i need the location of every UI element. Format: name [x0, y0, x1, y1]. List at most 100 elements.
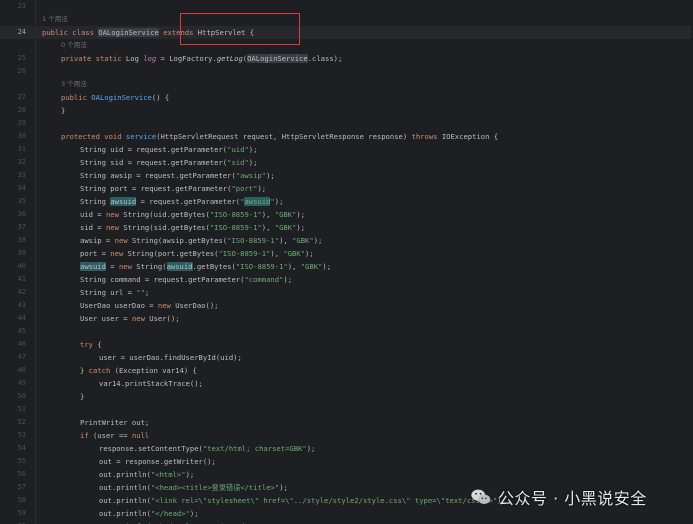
code-token: new [105, 223, 124, 232]
code-token: private static [61, 54, 126, 63]
code-line[interactable]: 33 String awsip = request.getParameter("a… [0, 169, 693, 182]
code-line[interactable]: 41 String command = request.getParameter(… [0, 273, 693, 286]
code-text: String port = request.getParameter("port… [80, 182, 266, 195]
code-token: "GBK" [283, 249, 306, 258]
code-line[interactable]: 52 PrintWriter out; [0, 416, 693, 429]
line-number: 49 [17, 379, 26, 387]
code-line[interactable]: 55 out = response.getWriter(); [0, 455, 693, 468]
usage-hint-row[interactable]: 3 个用法 [0, 78, 693, 91]
code-token: ); [257, 184, 267, 193]
code-token: "GBK" [300, 262, 323, 271]
code-text: String awsip = request.getParameter("aws… [80, 169, 275, 182]
code-token: "GBK" [292, 236, 314, 245]
code-editor[interactable]: 23 1 个用法 24 public class OALoginService ext… [0, 0, 693, 524]
code-token: out.println( [99, 470, 151, 479]
code-lines: 23 1 个用法 24 public class OALoginService ext… [0, 0, 693, 524]
code-token: ); [248, 145, 258, 154]
code-text: uid = new String(uid.getBytes("ISO-8859-… [80, 208, 305, 221]
code-line[interactable]: 35 String awsuid = request.getParameter("… [0, 195, 693, 208]
code-token: public [61, 93, 92, 102]
line-number: 48 [17, 366, 26, 374]
code-token: ), [261, 223, 275, 232]
code-text: port = new String(port.getBytes("ISO-885… [80, 247, 314, 260]
code-line[interactable]: 47 user = userDao.findUserById(uid); [0, 351, 693, 364]
code-token: class [67, 28, 99, 37]
code-line[interactable]: 32 String sid = request.getParameter("sid… [0, 156, 693, 169]
code-token: String uid = request.getParameter( [80, 145, 228, 154]
code-line[interactable]: 44 User user = new User(); [0, 312, 693, 325]
code-token: response.setContentType( [99, 444, 203, 453]
code-token: awsuid [110, 197, 137, 206]
code-token: port = [80, 249, 111, 258]
usage-hint[interactable]: 0 个用法 [61, 39, 87, 52]
code-token: "port" [231, 184, 258, 193]
code-line[interactable]: 27 public OALoginService() { [0, 91, 693, 104]
code-token: ); [189, 509, 199, 518]
code-token: ); [322, 262, 332, 271]
code-token: String [80, 197, 111, 206]
code-line[interactable]: 46 try { [0, 338, 693, 351]
code-text: } catch (Exception var14) { [80, 364, 197, 377]
code-token: "ISO-8859-1" [235, 262, 288, 271]
code-token: = [105, 262, 119, 271]
code-line[interactable]: 31 String uid = request.getParameter("uid… [0, 143, 693, 156]
usage-hint-row[interactable]: 0 个用法 [0, 39, 693, 52]
code-token: if [80, 431, 93, 440]
code-text: try { [80, 338, 102, 351]
code-token: String(uid.getBytes( [123, 210, 210, 219]
code-token: var14.printStackTrace(); [99, 379, 203, 388]
code-text: User user = new User(); [80, 312, 180, 325]
code-text: protected void service(HttpServletReques… [61, 130, 498, 143]
usage-hint[interactable]: 3 个用法 [61, 78, 87, 91]
code-line[interactable]: 26 [0, 65, 693, 78]
code-token: ); [296, 210, 306, 219]
code-line[interactable]: 29 [0, 117, 693, 130]
code-line[interactable]: 30 protected void service(HttpServletRequ… [0, 130, 693, 143]
line-number: 30 [17, 132, 26, 140]
code-token: "ISO-8859-1" [209, 223, 262, 232]
code-line[interactable]: 50} [0, 390, 693, 403]
code-line[interactable]: 24 public class OALoginService extends Ht… [0, 26, 693, 39]
code-line[interactable]: 60 out.println("<body class='main'>"); [0, 520, 693, 524]
line-number: 55 [17, 457, 26, 465]
code-token: new [110, 249, 128, 258]
code-line[interactable]: 48 } catch (Exception var14) { [0, 364, 693, 377]
line-number: 23 [17, 2, 26, 10]
line-number: 39 [17, 249, 26, 257]
code-text: String url = ""; [80, 286, 149, 299]
code-line[interactable]: 38 awsip = new String(awsip.getBytes("ISO… [0, 234, 693, 247]
line-number: 45 [17, 327, 26, 335]
code-text: UserDao userDao = new UserDao(); [80, 299, 218, 312]
code-line[interactable]: 54 response.setContentType("text/html; ch… [0, 442, 693, 455]
code-line[interactable]: 43 UserDao userDao = new UserDao(); [0, 299, 693, 312]
code-text: } [61, 104, 65, 117]
code-line[interactable]: 51 [0, 403, 693, 416]
code-text: out.println("</head>"); [99, 507, 199, 520]
code-line[interactable]: 49 var14.printStackTrace(); [0, 377, 693, 390]
code-token: null [131, 431, 150, 440]
code-line[interactable]: 42 String url = ""; [0, 286, 693, 299]
code-text: if (user == null [80, 429, 149, 442]
code-token: new [105, 210, 124, 219]
code-line[interactable]: 36 uid = new String(uid.getBytes("ISO-885… [0, 208, 693, 221]
code-line[interactable]: 40 awsuid = new String(awsuid.getBytes("I… [0, 260, 693, 273]
code-line[interactable]: 45 [0, 325, 693, 338]
code-token: = LogFactory. [156, 54, 217, 63]
code-line[interactable]: 34 String port = request.getParameter("po… [0, 182, 693, 195]
code-token: "sid" [227, 158, 249, 167]
line-number: 40 [17, 262, 26, 270]
code-text: var14.printStackTrace(); [99, 377, 203, 390]
code-line[interactable]: 39 port = new String(port.getBytes("ISO-8… [0, 247, 693, 260]
line-number: 36 [17, 210, 26, 218]
code-line[interactable]: 53 if (user == null [0, 429, 693, 442]
usage-hint[interactable]: 1 个用法 [42, 13, 68, 26]
code-line[interactable]: 28} [0, 104, 693, 117]
usage-hint-row[interactable]: 1 个用法 [0, 13, 693, 26]
line-number: 51 [17, 405, 26, 413]
code-text: user = userDao.findUserById(uid); [99, 351, 242, 364]
line-number: 43 [17, 301, 26, 309]
code-line[interactable]: 37 sid = new String(sid.getBytes("ISO-885… [0, 221, 693, 234]
code-line[interactable]: 25 private static Log log = LogFactory.ge… [0, 52, 693, 65]
code-token: .getBytes( [192, 262, 236, 271]
code-line[interactable]: 23 [0, 0, 693, 13]
